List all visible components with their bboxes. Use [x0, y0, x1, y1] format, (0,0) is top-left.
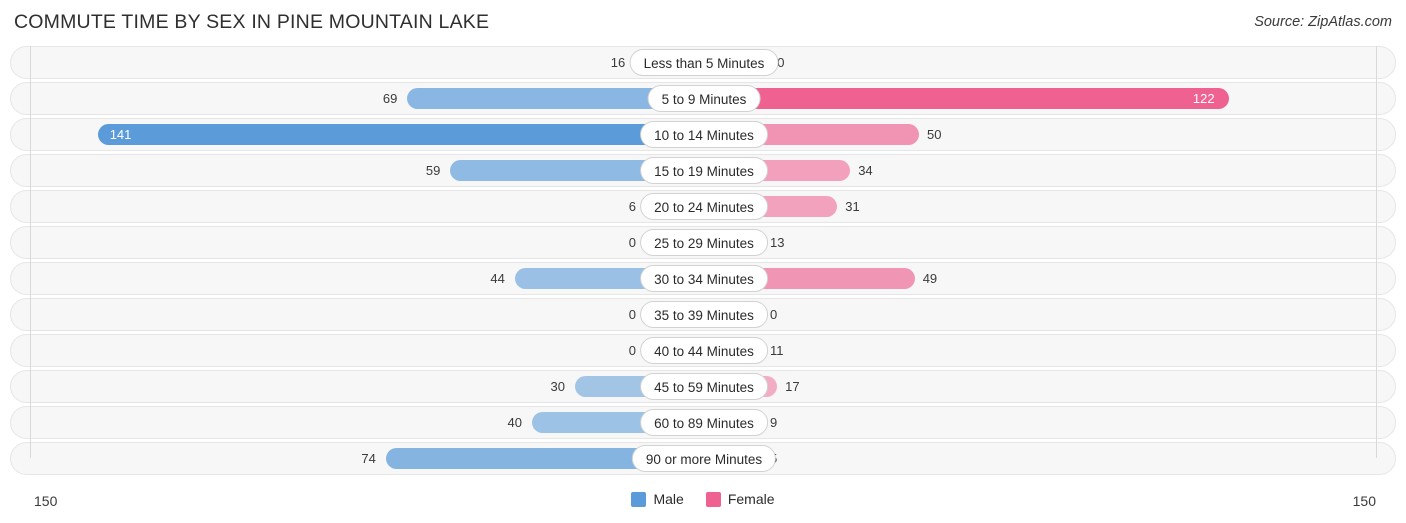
- bar-track: 6 31 20 to 24 Minutes: [11, 191, 1395, 222]
- bar-value-male: 6: [628, 199, 636, 214]
- category-label: 15 to 19 Minutes: [640, 157, 768, 184]
- bar-value-male: 59: [425, 163, 441, 178]
- category-label: 25 to 29 Minutes: [640, 229, 768, 256]
- bar-track: 30 17 45 to 59 Minutes: [11, 371, 1395, 402]
- legend-item[interactable]: Female: [705, 491, 775, 507]
- bar-row: 40 9 60 to 89 Minutes: [10, 406, 1396, 439]
- category-label: 10 to 14 Minutes: [640, 121, 768, 148]
- chart-footer: 150 150 Male Female: [10, 491, 1396, 517]
- bar-track: 74590 or more Minutes: [11, 443, 1395, 474]
- chart-plot-area: 1610Less than 5 Minutes691225 to 9 Minut…: [10, 46, 1396, 476]
- bar-row: 0 13 25 to 29 Minutes: [10, 226, 1396, 259]
- legend-label: Male: [653, 491, 684, 507]
- bar-value-male: 44: [490, 271, 505, 286]
- bar-track: 44 49 30 to 34 Minutes: [11, 263, 1395, 294]
- bar-value-female: 31: [845, 199, 860, 214]
- bar-track: 59 34 15 to 19 Minutes: [11, 155, 1395, 186]
- legend-swatch-male: [631, 491, 647, 507]
- bar-track: 0 11 40 to 44 Minutes: [11, 335, 1395, 366]
- category-label: 90 or more Minutes: [631, 445, 777, 472]
- bar-row: 1610Less than 5 Minutes: [10, 46, 1396, 79]
- bar-value-male: 30: [550, 379, 565, 394]
- bar-track: 40 9 60 to 89 Minutes: [11, 407, 1395, 438]
- bar-track: 0 0 35 to 39 Minutes: [11, 299, 1395, 330]
- bar-value-female: 17: [785, 379, 800, 394]
- bar-value-female: 13: [770, 235, 785, 250]
- category-label: 60 to 89 Minutes: [640, 409, 768, 436]
- bar-row: 44 49 30 to 34 Minutes: [10, 262, 1396, 295]
- bar-value-female: 11: [770, 343, 784, 358]
- bar-track: 69 122 5 to 9 Minutes: [11, 83, 1395, 114]
- category-label: 20 to 24 Minutes: [640, 193, 768, 220]
- axis-gridline-right: [1376, 46, 1377, 458]
- category-label: 40 to 44 Minutes: [640, 337, 768, 364]
- bar-value-female: 122: [1192, 91, 1215, 106]
- legend-item[interactable]: Male: [631, 491, 684, 507]
- bar-value-male: 0: [628, 343, 636, 358]
- bar-value-male: 141: [109, 127, 132, 142]
- bar-value-male: 74: [361, 451, 376, 466]
- bar-male: [97, 124, 704, 145]
- page-title: COMMUTE TIME BY SEX IN PINE MOUNTAIN LAK…: [14, 11, 490, 33]
- category-label: 5 to 9 Minutes: [647, 85, 761, 112]
- bar-value-female: 34: [858, 163, 873, 178]
- bar-value-female: 49: [922, 271, 938, 286]
- bar-row: 59 34 15 to 19 Minutes: [10, 154, 1396, 187]
- category-label: Less than 5 Minutes: [629, 49, 779, 76]
- bar-row: 74590 or more Minutes: [10, 442, 1396, 475]
- bar-row: 0 11 40 to 44 Minutes: [10, 334, 1396, 367]
- bar-row: 69 122 5 to 9 Minutes: [10, 82, 1396, 115]
- chart-header: COMMUTE TIME BY SEX IN PINE MOUNTAIN LAK…: [0, 0, 1406, 46]
- axis-gridline-left: [30, 46, 31, 458]
- bar-value-male: 0: [628, 235, 636, 250]
- bar-value-male: 0: [628, 307, 636, 322]
- category-label: 45 to 59 Minutes: [640, 373, 768, 400]
- bar-row: 0 0 35 to 39 Minutes: [10, 298, 1396, 331]
- bar-value-female: 0: [770, 307, 778, 322]
- legend-swatch-female: [705, 491, 721, 507]
- bar-row: 6 31 20 to 24 Minutes: [10, 190, 1396, 223]
- category-label: 30 to 34 Minutes: [640, 265, 768, 292]
- bar-rows-container: 1610Less than 5 Minutes691225 to 9 Minut…: [10, 46, 1396, 478]
- bar-row: 30 17 45 to 59 Minutes: [10, 370, 1396, 403]
- bar-value-male: 16: [610, 55, 626, 70]
- source-attribution: Source: ZipAtlas.com: [1254, 14, 1392, 30]
- bar-value-female: 50: [927, 127, 942, 142]
- bar-row: 141 50 10 to 14 Minutes: [10, 118, 1396, 151]
- bar-track: 1610Less than 5 Minutes: [11, 47, 1395, 78]
- legend-label: Female: [727, 491, 775, 507]
- bar-track: 141 50 10 to 14 Minutes: [11, 119, 1395, 150]
- bar-value-female: 9: [770, 415, 778, 430]
- bar-value-male: 69: [382, 91, 398, 106]
- bar-value-male: 40: [507, 415, 522, 430]
- category-label: 35 to 39 Minutes: [640, 301, 768, 328]
- bar-track: 0 13 25 to 29 Minutes: [11, 227, 1395, 258]
- bar-female: [704, 88, 1229, 109]
- chart-legend: Male Female: [10, 491, 1396, 507]
